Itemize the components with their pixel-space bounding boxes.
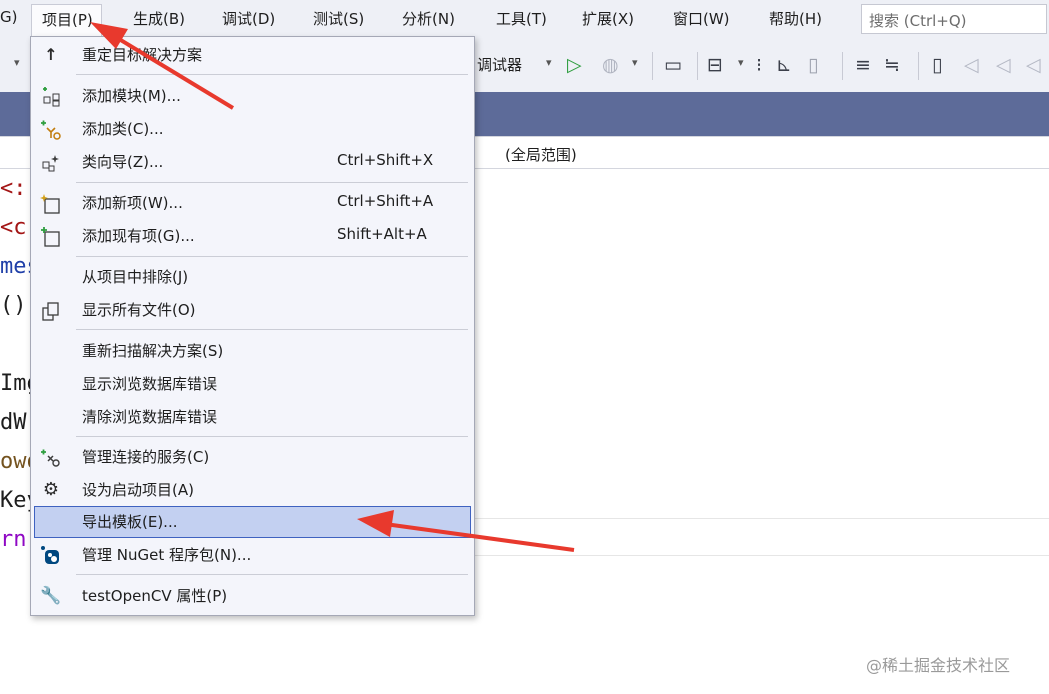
local-debugger-button[interactable]: 调试器 xyxy=(477,54,522,75)
add-class-icon xyxy=(40,119,62,141)
menu-clear-browse-db-errors[interactable]: 清除浏览数据库错误 xyxy=(31,401,474,433)
menu-set-startup-project[interactable]: ⚙ 设为启动项目(A) xyxy=(31,474,474,506)
menu-retarget-solution[interactable]: ↑ 重定目标解决方案 xyxy=(31,39,474,71)
comment-icon[interactable]: ≡ xyxy=(855,54,871,76)
uncomment-icon[interactable]: ≒ xyxy=(884,54,900,76)
step-over-icon[interactable]: ⊾ xyxy=(776,54,792,76)
menu-project-properties[interactable]: 🔧 testOpenCV 属性(P) xyxy=(31,580,474,612)
add-existing-item-icon xyxy=(40,226,62,248)
menu-item-help[interactable]: 帮助(H) xyxy=(769,8,822,29)
class-wizard-icon xyxy=(40,152,62,174)
chevron-down-icon[interactable]: ▾ xyxy=(14,56,20,69)
menu-separator xyxy=(76,74,468,75)
menu-bar: G) 项目(P) 生成(B) 调试(D) 测试(S) 分析(N) 工具(T) 扩… xyxy=(0,0,1049,40)
code-fragment: <c xyxy=(0,215,27,240)
menu-item-tools[interactable]: 工具(T) xyxy=(496,8,547,29)
scope-dropdown[interactable]: (全局范围) xyxy=(505,144,577,165)
menu-exclude-from-project[interactable]: 从项目中排除(J) xyxy=(31,261,474,293)
clear-bookmarks-icon[interactable]: ◁ xyxy=(1026,54,1041,76)
chevron-down-icon[interactable]: ▾ xyxy=(546,56,552,69)
project-menu-dropdown: ↑ 重定目标解决方案 添加模块(M)... 添加类(C)... 类向导(Z)..… xyxy=(30,36,475,616)
toolbar-separator xyxy=(652,52,653,80)
menu-add-existing-item[interactable]: 添加现有项(G)... Shift+Alt+A xyxy=(31,220,474,252)
menu-add-class[interactable]: 添加类(C)... xyxy=(31,113,474,145)
step-out-icon[interactable]: ▯ xyxy=(808,54,818,76)
save-layout-icon[interactable]: ⊟ xyxy=(707,54,723,76)
menu-rescan-solution[interactable]: 重新扫描解决方案(S) xyxy=(31,335,474,367)
add-new-item-icon xyxy=(40,193,62,215)
code-fragment: () xyxy=(0,293,27,318)
menu-item-debug[interactable]: 调试(D) xyxy=(222,8,275,29)
wrench-icon: 🔧 xyxy=(40,586,62,606)
menu-show-all-files[interactable]: 显示所有文件(O) xyxy=(31,294,474,326)
hot-reload-icon[interactable]: ◍ xyxy=(602,54,619,76)
menu-add-module[interactable]: 添加模块(M)... xyxy=(31,80,474,112)
menu-item-git[interactable]: G) xyxy=(0,8,17,26)
toolbar-separator xyxy=(918,52,919,80)
menu-separator xyxy=(76,256,468,257)
up-arrow-icon: ↑ xyxy=(44,45,58,64)
menu-show-browse-db-errors[interactable]: 显示浏览数据库错误 xyxy=(31,368,474,400)
menu-item-window[interactable]: 窗口(W) xyxy=(673,8,730,29)
current-line-highlight xyxy=(470,518,1049,556)
chevron-down-icon[interactable]: ▾ xyxy=(632,56,638,69)
toolbar-separator xyxy=(842,52,843,80)
prev-bookmark-icon[interactable]: ◁ xyxy=(964,54,979,76)
visual-studio-window: G) 项目(P) 生成(B) 调试(D) 测试(S) 分析(N) 工具(T) 扩… xyxy=(0,0,1049,694)
code-fragment: rn xyxy=(0,527,27,552)
show-all-files-icon xyxy=(40,300,62,322)
start-icon[interactable]: ▷ xyxy=(567,54,582,76)
menu-class-wizard[interactable]: 类向导(Z)... Ctrl+Shift+X xyxy=(31,146,474,178)
search-input[interactable]: 搜索 (Ctrl+Q) xyxy=(861,4,1047,34)
toolbar-separator xyxy=(697,52,698,80)
gear-icon: ⚙ xyxy=(42,479,60,500)
next-bookmark-icon[interactable]: ◁ xyxy=(996,54,1011,76)
connected-services-icon xyxy=(40,447,62,469)
menu-export-template[interactable]: 导出模板(E)... xyxy=(34,506,471,538)
code-fragment: <: xyxy=(0,176,27,201)
menu-separator xyxy=(76,329,468,330)
menu-item-build[interactable]: 生成(B) xyxy=(133,8,185,29)
menu-item-project[interactable]: 项目(P) xyxy=(31,4,102,36)
open-folder-icon[interactable]: ▭ xyxy=(664,54,682,76)
menu-item-extensions[interactable]: 扩展(X) xyxy=(582,8,634,29)
bookmark-icon[interactable]: ▯ xyxy=(932,54,942,76)
menu-separator xyxy=(76,182,468,183)
chevron-down-icon[interactable]: ▾ xyxy=(738,56,744,69)
menu-connected-services[interactable]: 管理连接的服务(C) xyxy=(31,441,474,473)
menu-item-test[interactable]: 测试(S) xyxy=(313,8,364,29)
menu-separator xyxy=(76,574,468,575)
add-module-icon xyxy=(40,86,62,108)
step-icon[interactable]: ⁝ xyxy=(756,54,762,76)
menu-separator xyxy=(76,436,468,437)
menu-manage-nuget-packages[interactable]: 管理 NuGet 程序包(N)... xyxy=(31,539,474,571)
menu-add-new-item[interactable]: 添加新项(W)... Ctrl+Shift+A xyxy=(31,187,474,219)
watermark: @稀土掘金技术社区 xyxy=(866,656,1011,675)
nuget-icon xyxy=(40,545,62,567)
menu-item-analyze[interactable]: 分析(N) xyxy=(402,8,455,29)
